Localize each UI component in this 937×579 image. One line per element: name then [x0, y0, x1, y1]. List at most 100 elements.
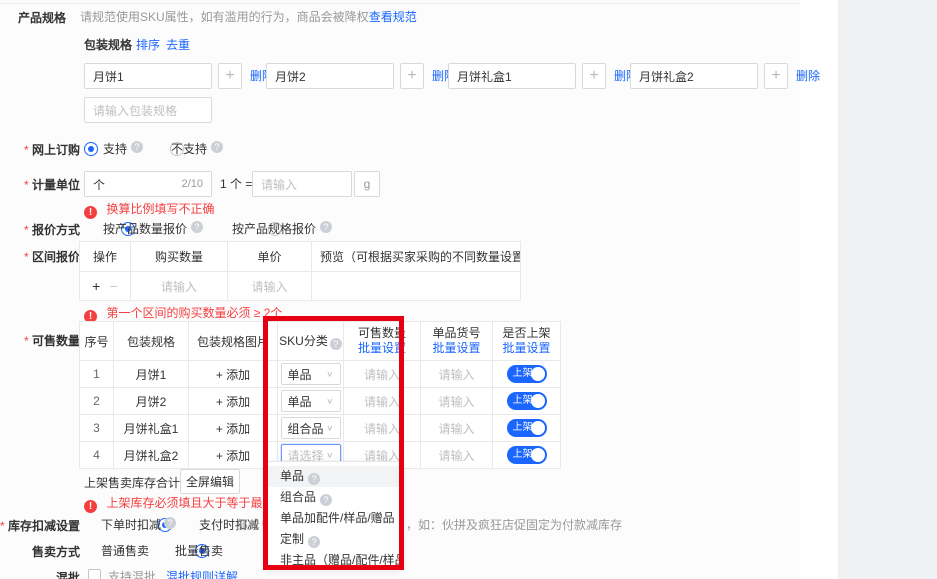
section-divider — [0, 3, 800, 4]
spec-input-4[interactable]: 月饼礼盒2 — [630, 63, 758, 89]
support-radio[interactable] — [84, 142, 98, 156]
qty-input-1[interactable]: 请输入 — [344, 361, 421, 388]
deduct-on-order-label[interactable]: 下单时扣减 — [101, 517, 161, 533]
add-spec-icon-4[interactable]: + — [764, 63, 788, 89]
add-range-icon[interactable]: + — [92, 278, 100, 294]
sku-type-select-2[interactable]: 单品∨ — [281, 390, 341, 412]
not-support-help-icon[interactable] — [211, 141, 223, 153]
unit-label: 计量单位 — [0, 176, 80, 193]
toggle-knob — [531, 367, 545, 381]
spec-input-2[interactable]: 月饼2 — [266, 63, 394, 89]
col-item-no: 单品货号 批量设置 — [421, 322, 493, 361]
itemno-input-3[interactable]: 请输入 — [421, 415, 493, 442]
col-qty: 可售数量 批量设置 — [344, 322, 421, 361]
fullscreen-edit-button[interactable]: 全屏编辑 — [180, 469, 240, 494]
add-image-button[interactable]: + 添加 — [189, 415, 278, 442]
not-support-radio-label[interactable]: 不支持 — [171, 141, 207, 157]
toggle-knob — [531, 421, 545, 435]
toggle-knob — [531, 394, 545, 408]
chevron-down-icon: ∨ — [326, 451, 333, 459]
range-price-input[interactable]: 请输入 — [228, 272, 312, 301]
option-help-icon[interactable] — [308, 536, 320, 548]
dropdown-option-non-main[interactable]: 非主品（赠品/配件/样品） — [268, 550, 400, 568]
sellable-qty-table: 序号 包装规格 包装规格图片 SKU分类 可售数量 批量设置 单品货号 批量设置… — [79, 321, 561, 469]
error-icon — [84, 206, 97, 219]
add-spec-icon-3[interactable]: + — [582, 63, 606, 89]
mixed-batch-rules-link[interactable]: 混批规则详解 — [166, 569, 238, 579]
quote-by-qty-help-icon[interactable] — [191, 221, 203, 233]
option-help-icon[interactable] — [308, 473, 320, 485]
add-image-button[interactable]: + 添加 — [189, 388, 278, 415]
sku-type-select-1[interactable]: 单品∨ — [281, 363, 341, 385]
spec-notice: 请规范使用SKU属性，如有滥用的行为，商品会被降权查看规范 — [80, 9, 417, 25]
on-shelf-toggle-3[interactable]: 上架 — [507, 419, 547, 437]
batch-set-qty-link[interactable]: 批量设置 — [344, 341, 420, 356]
sell-method-label: 售卖方式 — [0, 543, 80, 560]
stock-deduct-label: 库存扣减设置 — [0, 517, 80, 534]
unit-input[interactable]: 个 2/10 — [84, 171, 212, 197]
support-help-icon[interactable] — [131, 141, 143, 153]
table-row: 3 月饼礼盒1 + 添加 组合品∨ 请输入 请输入 上架 — [80, 415, 561, 442]
sort-link[interactable]: 排序 — [136, 37, 160, 53]
col-on-shelf: 是否上架 批量设置 — [493, 322, 561, 361]
dropdown-option-custom[interactable]: 定制 — [268, 529, 400, 550]
qty-input-3[interactable]: 请输入 — [344, 415, 421, 442]
product-edit-form: 产品规格 请规范使用SKU属性，如有滥用的行为，商品会被降权查看规范 包装规格 … — [0, 0, 937, 579]
dropdown-option-single-plus[interactable]: 单品加配件/样品/赠品 — [268, 508, 400, 529]
unit-char-counter: 2/10 — [182, 178, 203, 190]
product-spec-label: 产品规格 — [0, 9, 66, 26]
dropdown-option-combo[interactable]: 组合品 — [268, 487, 400, 508]
conversion-input[interactable]: 请输入 — [252, 171, 352, 197]
qty-input-2[interactable]: 请输入 — [344, 388, 421, 415]
sku-type-select-3[interactable]: 组合品∨ — [281, 417, 341, 439]
batch-set-itemno-link[interactable]: 批量设置 — [421, 341, 492, 356]
new-spec-input[interactable]: 请输入包装规格 — [84, 97, 212, 123]
mixed-batch-checkbox-label[interactable]: 支持混批 — [108, 569, 156, 579]
quote-by-spec-label[interactable]: 按产品规格报价 — [232, 221, 316, 237]
range-qty-input[interactable]: 请输入 — [131, 272, 228, 301]
deduct-note-right: ，如：伙拼及疯狂店促固定为付款减库存 — [406, 517, 622, 533]
itemno-input-1[interactable]: 请输入 — [421, 361, 493, 388]
on-shelf-toggle-2[interactable]: 上架 — [507, 392, 547, 410]
table-row: 2 月饼2 + 添加 单品∨ 请输入 请输入 上架 — [80, 388, 561, 415]
dropdown-option-single[interactable]: 单品 — [268, 466, 400, 487]
add-image-button[interactable]: + 添加 — [189, 361, 278, 388]
batch-sell-label[interactable]: 批量售卖 — [175, 543, 223, 559]
right-side-panel — [838, 0, 937, 579]
mixed-batch-checkbox[interactable] — [88, 569, 101, 579]
col-index: 序号 — [80, 322, 114, 361]
chevron-down-icon: ∨ — [326, 424, 333, 432]
view-rules-link[interactable]: 查看规范 — [369, 10, 417, 24]
col-price: 单价 — [228, 242, 312, 272]
dedupe-link[interactable]: 去重 — [166, 37, 190, 53]
error-icon — [84, 500, 97, 513]
spec-input-3[interactable]: 月饼礼盒1 — [448, 63, 576, 89]
range-row-actions: + − — [80, 272, 131, 301]
option-help-icon[interactable] — [399, 515, 401, 527]
quote-method-label: 报价方式 — [0, 221, 80, 238]
itemno-input-2[interactable]: 请输入 — [421, 388, 493, 415]
option-help-icon[interactable] — [320, 494, 332, 506]
chevron-down-icon: ∨ — [326, 370, 333, 378]
batch-set-shelf-link[interactable]: 批量设置 — [493, 341, 560, 356]
sku-type-help-icon[interactable] — [330, 338, 342, 350]
add-image-button[interactable]: + 添加 — [189, 442, 278, 469]
table-row: 1 月饼1 + 添加 单品∨ 请输入 请输入 上架 — [80, 361, 561, 388]
col-spec-image: 包装规格图片 — [189, 322, 278, 361]
support-radio-label[interactable]: 支持 — [103, 141, 127, 157]
add-spec-icon-1[interactable]: + — [218, 63, 242, 89]
on-shelf-toggle-1[interactable]: 上架 — [507, 365, 547, 383]
range-preview-cell — [312, 272, 521, 301]
deduct-on-order-help-icon[interactable] — [164, 517, 176, 529]
chevron-down-icon: ∨ — [326, 397, 333, 405]
quote-by-spec-help-icon[interactable] — [320, 221, 332, 233]
add-spec-icon-2[interactable]: + — [400, 63, 424, 89]
quote-by-qty-label[interactable]: 按产品数量报价 — [103, 221, 187, 237]
on-shelf-toggle-4[interactable]: 上架 — [507, 446, 547, 464]
remove-range-icon[interactable]: − — [110, 278, 118, 294]
spec-input-1[interactable]: 月饼1 — [84, 63, 212, 89]
delete-spec-link-4[interactable]: 删除 — [796, 68, 820, 84]
col-preview: 预览（可根据买家采购的不同数量设置不同价格） — [312, 242, 521, 272]
itemno-input-4[interactable]: 请输入 — [421, 442, 493, 469]
normal-sell-label[interactable]: 普通售卖 — [101, 543, 149, 559]
